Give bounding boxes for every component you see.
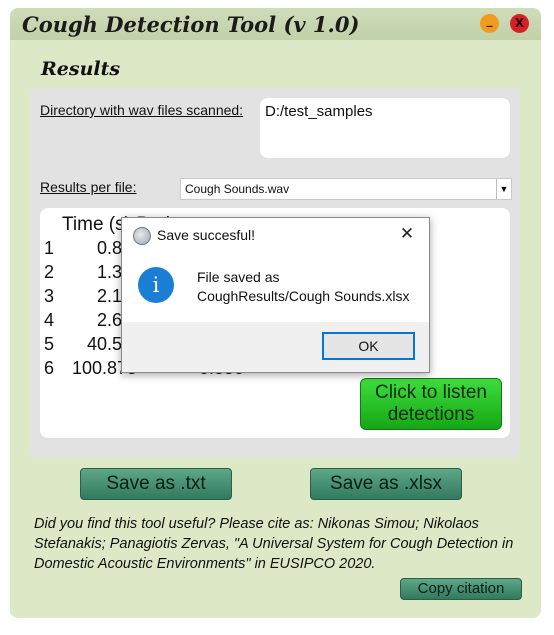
- per-file-label: Results per file:: [40, 179, 137, 195]
- ok-button[interactable]: OK: [322, 332, 415, 360]
- row-index: 6: [44, 358, 55, 378]
- dialog-title-bar[interactable]: Save succesful! ✕: [122, 218, 429, 252]
- row-index: 2: [44, 262, 55, 282]
- file-select[interactable]: Cough Sounds.wav ▼: [180, 178, 512, 200]
- row-index: 4: [44, 310, 55, 330]
- close-button[interactable]: X: [510, 14, 529, 33]
- info-icon: i: [138, 267, 174, 303]
- selected-file: Cough Sounds.wav: [185, 182, 290, 196]
- dialog-close-icon[interactable]: ✕: [397, 224, 417, 244]
- save-txt-button[interactable]: Save as .txt: [80, 468, 232, 500]
- dialog-message: File saved as CoughResults/Cough Sounds.…: [197, 268, 409, 306]
- directory-field[interactable]: D:/test_samples: [260, 98, 510, 158]
- minimize-button[interactable]: _: [480, 14, 499, 33]
- window-title: Cough Detection Tool (v 1.0): [22, 12, 360, 37]
- results-heading: Results: [41, 58, 121, 80]
- app-icon: [133, 227, 151, 245]
- citation-text: Did you find this tool useful? Please ci…: [34, 516, 514, 572]
- listen-detections-button[interactable]: Click to listen detections: [360, 378, 502, 430]
- title-bar[interactable]: Cough Detection Tool (v 1.0) _ X: [10, 8, 541, 40]
- row-index: 1: [44, 238, 55, 258]
- save-dialog: Save succesful! ✕ i File saved as CoughR…: [121, 217, 430, 373]
- row-index: 3: [44, 286, 55, 306]
- dialog-title: Save succesful!: [157, 227, 256, 243]
- dialog-body: i File saved as CoughResults/Cough Sound…: [122, 252, 429, 322]
- directory-label: Directory with wav files scanned:: [40, 102, 244, 118]
- copy-citation-button[interactable]: Copy citation: [400, 578, 522, 600]
- chevron-down-icon[interactable]: ▼: [496, 179, 511, 199]
- save-xlsx-button[interactable]: Save as .xlsx: [310, 468, 462, 500]
- dialog-message-line1: File saved as: [197, 269, 280, 285]
- directory-value: D:/test_samples: [265, 103, 373, 120]
- row-index: 5: [44, 334, 55, 354]
- dialog-message-line2: CoughResults/Cough Sounds.xlsx: [197, 288, 410, 304]
